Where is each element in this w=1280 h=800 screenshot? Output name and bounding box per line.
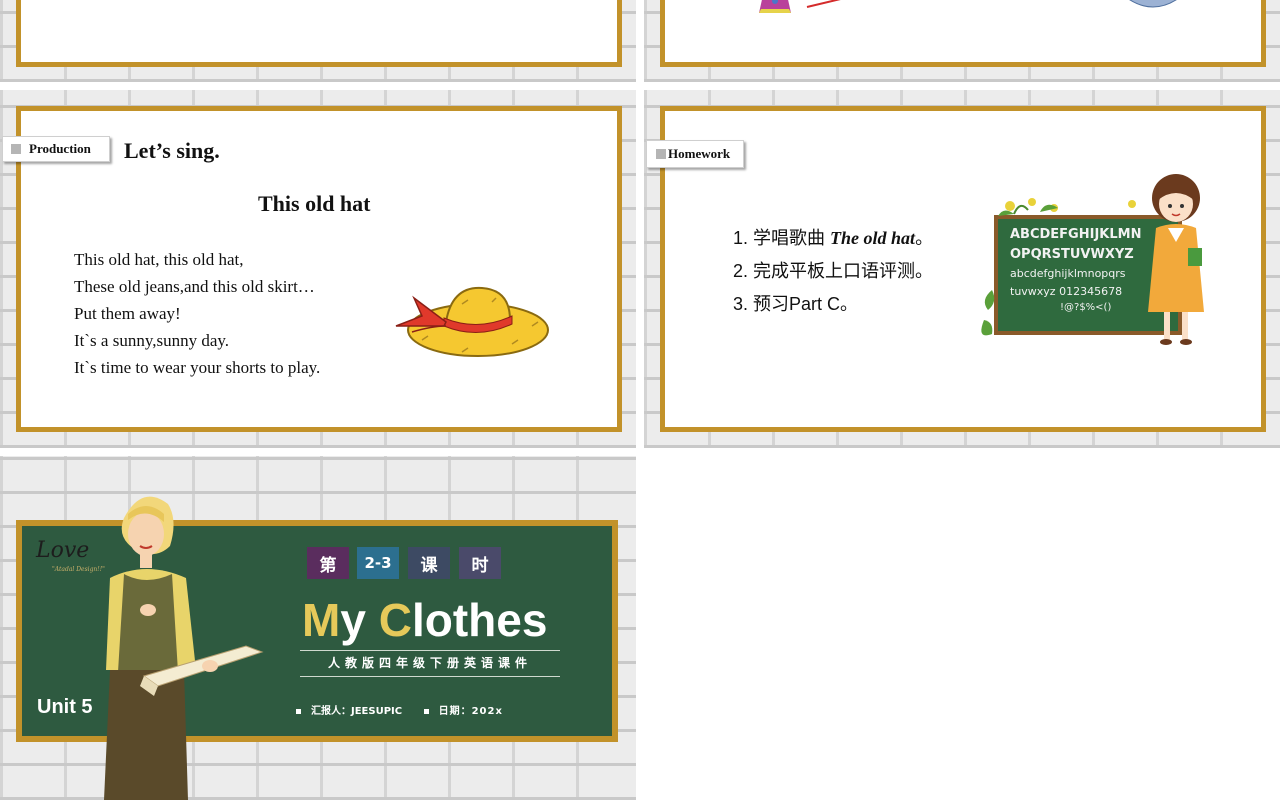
lesson-badge: 第 <box>307 547 349 579</box>
cover-title: My Clothes <box>302 594 547 646</box>
homework-item-num: 1. <box>733 228 749 248</box>
slide-thumb-production[interactable]: Production Let’s sing. This old hat This… <box>0 90 636 448</box>
lesson-badge: 课 <box>408 547 450 579</box>
reporter-text: 汇报人：JEESUPIC <box>311 706 403 717</box>
unit-label: Unit 5 <box>37 696 93 718</box>
slide-heading: Let’s sing. <box>124 138 220 163</box>
flowers-decoration <box>981 198 1136 336</box>
title-part: lothes <box>411 594 548 646</box>
title-part: M <box>302 594 341 646</box>
lyric-line: These old jeans,and this old skirt… <box>74 277 315 296</box>
bullet-icon <box>423 708 429 714</box>
section-tag-production: Production <box>2 136 110 162</box>
lyric-line: It`s a sunny,sunny day. <box>74 331 230 350</box>
subtitle-rule-top <box>300 650 560 651</box>
teacher-illustration <box>104 496 264 800</box>
bullet-icon <box>296 708 301 714</box>
cover-subtitle: 人教版四年级下册英语课件 <box>327 656 532 670</box>
straw-hat-illustration <box>395 286 549 357</box>
slide-thumb-top-left[interactable] <box>0 0 636 82</box>
slide-thumb-homework[interactable]: Homework 1. 学唱歌曲 The old hat。 2. 完成平板上口语… <box>644 90 1280 448</box>
homework-item-italic: The old hat <box>830 228 916 248</box>
homework-item: 1. 学唱歌曲 The old hat。 <box>733 222 933 255</box>
lace-illustration <box>1129 0 1177 8</box>
homework-item-text: 完成平板上口语评测。 <box>753 261 934 281</box>
reporter-line: 汇报人：JEESUPIC 日期：202x <box>296 702 503 717</box>
dress-illustration <box>759 0 791 13</box>
homework-item-text: 学唱歌曲 <box>753 228 831 248</box>
homework-item-num: 3. <box>733 294 749 314</box>
section-tag-label: Homework <box>668 146 731 161</box>
slide-frame <box>660 0 1266 67</box>
subtitle-rule-bottom <box>300 676 560 677</box>
slide-frame <box>16 0 622 67</box>
song-title: This old hat <box>258 191 371 216</box>
song-lyrics: This old hat, this old hat, These old je… <box>74 246 320 381</box>
logo-text: Love <box>36 538 90 563</box>
section-tag-homework: Homework <box>646 140 744 168</box>
section-tag-label: Production <box>29 141 91 156</box>
lesson-badge: 时 <box>459 547 501 579</box>
title-part: C <box>378 594 412 646</box>
tag-square-icon <box>11 144 21 154</box>
date-text: 日期：202x <box>438 706 503 717</box>
lyric-line: Put them away! <box>74 304 181 323</box>
homework-item-num: 2. <box>733 261 749 281</box>
homework-list: 1. 学唱歌曲 The old hat。 2. 完成平板上口语评测。 3. 预习… <box>733 222 933 321</box>
tag-square-icon <box>656 149 666 159</box>
stick-illustration <box>806 0 841 8</box>
slide-thumb-cover[interactable]: Love "Atadal Design!!" Unit 5 第 2-3 课 时 … <box>0 456 636 800</box>
homework-item: 3. 预习Part C。 <box>733 288 933 321</box>
title-part: y <box>340 594 379 646</box>
lyric-line: This old hat, this old hat, <box>74 250 244 269</box>
lesson-badge: 2-3 <box>357 547 399 579</box>
homework-item-text: 预习Part C。 <box>753 294 859 314</box>
homework-item: 2. 完成平板上口语评测。 <box>733 255 933 288</box>
slide-thumb-top-right[interactable] <box>644 0 1280 82</box>
homework-item-suffix: 。 <box>915 228 934 248</box>
girl-illustration <box>1148 174 1204 345</box>
lyric-line: It`s time to wear your shorts to play. <box>74 358 321 377</box>
